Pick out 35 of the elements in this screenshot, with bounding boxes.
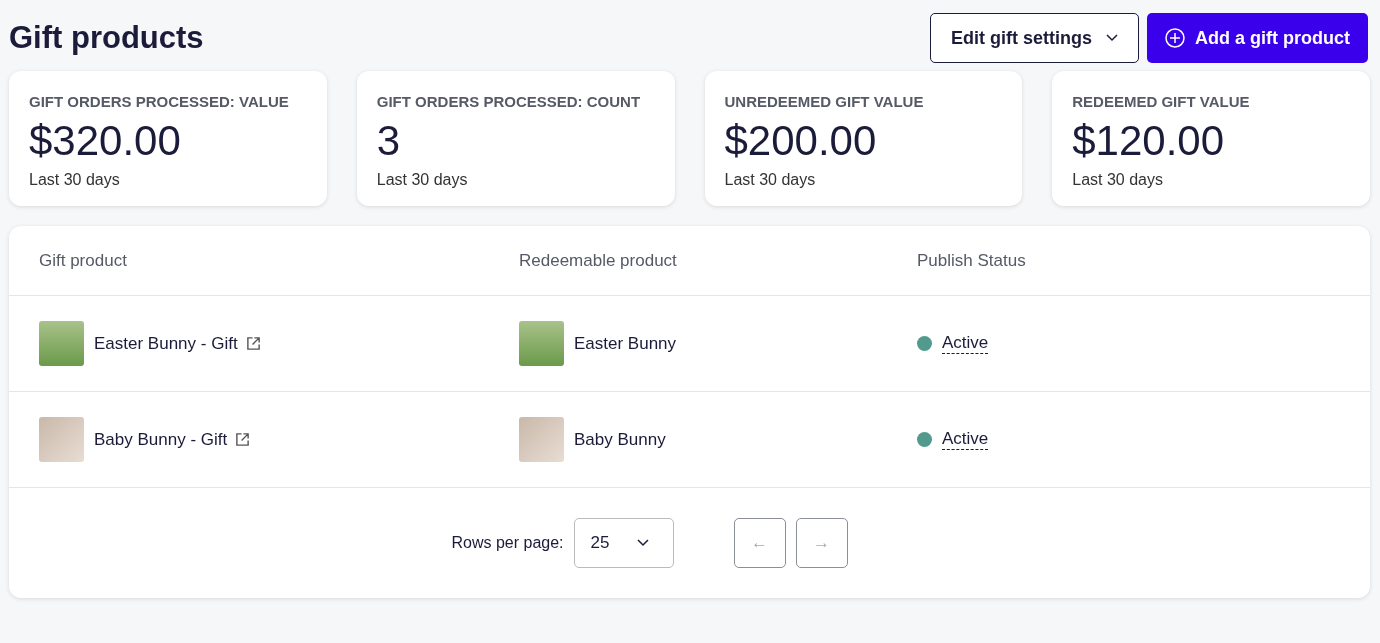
photo-placeholder xyxy=(519,320,564,366)
external-link-icon[interactable] xyxy=(245,335,261,351)
edit-settings-button[interactable]: Edit gift settings xyxy=(930,13,1139,63)
stat-value: $200.00 xyxy=(724,115,878,166)
plus-circle-icon xyxy=(1165,28,1185,48)
rows-per-page-select[interactable]: 25 xyxy=(573,517,674,568)
redeemable-product-name: Easter Bunny xyxy=(574,332,677,355)
column-header: Redeemable product xyxy=(519,250,677,270)
publish-status[interactable]: Active xyxy=(942,428,989,451)
chevron-down-icon xyxy=(636,538,649,547)
photo-placeholder xyxy=(519,416,564,462)
stat-period: Last 30 days xyxy=(1072,169,1164,190)
redeemable-product-name: Baby Bunny xyxy=(574,428,666,451)
publish-status[interactable]: Active xyxy=(942,332,989,355)
stat-value: $120.00 xyxy=(1072,115,1226,166)
stat-period: Last 30 days xyxy=(29,169,121,190)
stat-label: GIFT ORDERS PROCESSED: COUNT xyxy=(376,92,642,112)
photo-placeholder xyxy=(39,320,84,366)
stat-period: Last 30 days xyxy=(376,169,469,190)
chevron-down-icon xyxy=(1106,34,1118,42)
gift-product-name: Baby Bunny - Gift xyxy=(94,428,228,451)
stat-label: REDEEMED GIFT VALUE xyxy=(1072,92,1251,112)
photo-placeholder xyxy=(39,416,84,462)
rows-per-page-label: Rows per page: xyxy=(451,532,564,553)
stat-period: Last 30 days xyxy=(724,169,817,190)
stat-label: UNREDEEMED GIFT VALUE xyxy=(724,92,925,112)
column-header: Publish Status xyxy=(917,250,1026,270)
external-link-icon[interactable] xyxy=(235,431,251,447)
stat-label: GIFT ORDERS PROCESSED: VALUE xyxy=(29,92,290,112)
page-title: Gift products xyxy=(9,19,204,57)
stat-value: 3 xyxy=(376,115,402,166)
gift-product-name: Easter Bunny - Gift xyxy=(94,332,238,355)
column-header: Gift product xyxy=(39,250,127,270)
add-gift-product-button[interactable]: Add a gift product xyxy=(1147,13,1368,63)
stat-value: $320.00 xyxy=(29,115,182,166)
